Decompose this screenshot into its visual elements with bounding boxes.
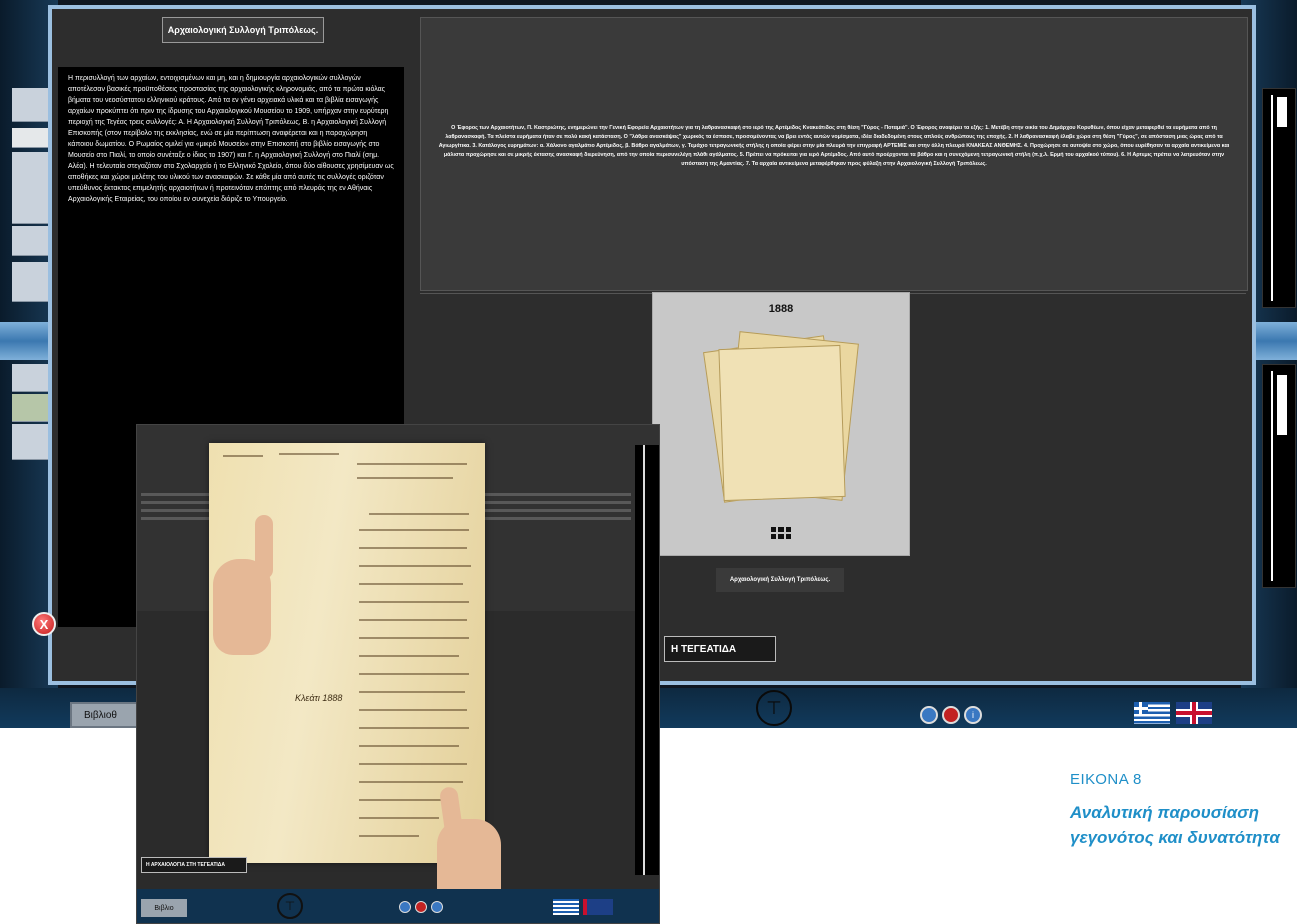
event-description-panel[interactable]: Ο Έφορος των Αρχαιοτήτων, Π. Καστριώτης,… (420, 17, 1248, 291)
background-scroll-slider[interactable] (1262, 88, 1296, 308)
inset-language-switcher (553, 899, 613, 915)
figure-caption-text: Αναλυτική παρουσίαση γεγονότος και δυνατ… (1070, 803, 1280, 847)
inset-info-icon[interactable] (431, 901, 443, 913)
greek-flag-icon[interactable] (1134, 702, 1170, 724)
window-title: Αρχαιολογική Συλλογή Τριπόλεως. (162, 17, 324, 43)
finger-left (255, 515, 273, 579)
inset-scroll-slider[interactable] (635, 445, 659, 875)
english-flag-icon[interactable] (1176, 702, 1212, 724)
gallery-grid-icon[interactable] (771, 527, 791, 539)
close-button[interactable]: X (32, 612, 56, 636)
history-text: Η περισυλλογή των αρχαίων, εντοιχισμένων… (68, 75, 394, 203)
logo-icon[interactable]: ⊤ (756, 690, 792, 726)
info-icon-label: i (972, 710, 974, 720)
manuscript-date: Κλεάτι 1888 (295, 693, 343, 703)
figure-number: ΕΙΚΟΝΑ 8 (1070, 771, 1142, 788)
inset-section-label[interactable]: Η ΑΡΧΑΙΟΛΟΓΙΑ ΣΤΗ ΤΕΓΕΑΤΙΔΑ (141, 857, 247, 873)
inset-people-icon[interactable] (399, 901, 411, 913)
info-icon[interactable]: i (964, 706, 982, 724)
close-icon: X (39, 616, 49, 632)
document-caption: Αρχαιολογική Συλλογή Τριπόλεως. (716, 568, 844, 592)
inset-greek-flag-icon[interactable] (553, 899, 579, 915)
inset-english-flag-icon[interactable] (583, 899, 613, 915)
document-card[interactable]: 1888 (652, 292, 910, 556)
inset-home-icon[interactable] (415, 901, 427, 913)
section-tab[interactable]: Η ΤΕΓΕΑΤΙΔΑ (664, 636, 776, 662)
home-icon[interactable] (942, 706, 960, 724)
inset-library-button[interactable]: Βιβλιο (141, 899, 187, 917)
touch-interaction-photo: Κλεάτι 1888 Η ΑΡΧΑΙΟΛΟΓΙΑ ΣΤΗ ΤΕΓΕΑΤΙΔΑ … (136, 424, 660, 924)
event-description-text: Ο Έφορος των Αρχαιοτήτων, Π. Καστριώτης,… (438, 125, 1230, 167)
language-switcher (1134, 702, 1218, 724)
background-scroll-slider[interactable] (1262, 364, 1296, 588)
inset-logo-icon[interactable]: ⊤ (277, 893, 303, 919)
document-year: 1888 (768, 303, 794, 315)
people-icon[interactable] (920, 706, 938, 724)
document-thumbnail-stack[interactable] (703, 331, 863, 513)
